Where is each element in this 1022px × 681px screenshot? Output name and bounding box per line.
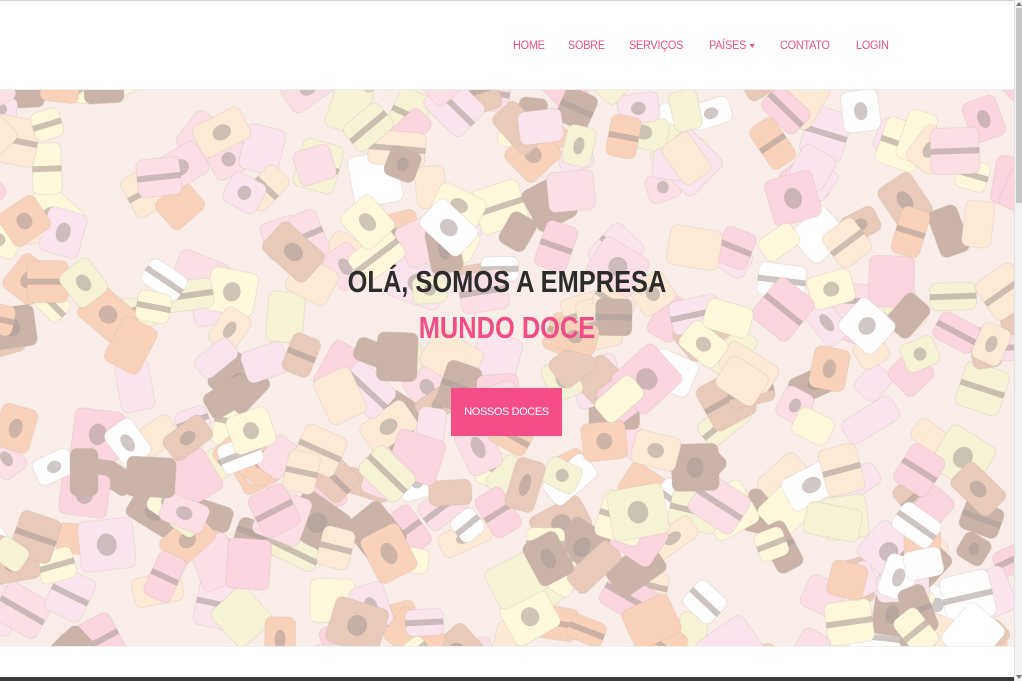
nav-paises-dropdown[interactable]: PAÍSES xyxy=(709,38,756,52)
nav-menu: HOME SOBRE SERVIÇOS PAÍSES CONTATO LOGIN xyxy=(493,38,892,52)
scroll-thumb[interactable] xyxy=(1016,8,1022,203)
scroll-down-icon[interactable] xyxy=(1015,673,1022,681)
scroll-up-icon[interactable] xyxy=(1015,0,1022,8)
nav-servicos[interactable]: SERVIÇOS xyxy=(629,38,683,52)
hero-title-brand: MUNDO DOCE xyxy=(418,309,596,345)
hero-section: OLÁ, SOMOS A EMPRESA MUNDO DOCE NOSSOS D… xyxy=(0,90,1014,646)
nav-login[interactable]: LOGIN xyxy=(856,38,889,52)
hero-overlay xyxy=(0,90,1014,646)
nav-home[interactable]: HOME xyxy=(513,38,545,52)
hero-title: OLÁ, SOMOS A EMPRESA MUNDO DOCE xyxy=(91,259,922,351)
hero-title-line1: OLÁ, SOMOS A EMPRESA xyxy=(347,263,667,299)
navbar: HOME SOBRE SERVIÇOS PAÍSES CONTATO LOGIN xyxy=(0,4,1014,90)
nossos-doces-button[interactable]: NOSSOS DOCES xyxy=(451,388,562,436)
caret-down-icon xyxy=(749,43,756,48)
browser-viewport: HOME SOBRE SERVIÇOS PAÍSES CONTATO LOGIN… xyxy=(0,0,1022,681)
nav-contato[interactable]: CONTATO xyxy=(780,38,830,52)
bottom-edge xyxy=(0,677,1014,681)
next-section xyxy=(0,646,1014,681)
page-scrollbar[interactable] xyxy=(1014,0,1022,681)
nav-sobre[interactable]: SOBRE xyxy=(568,38,605,52)
nav-paises-label: PAÍSES xyxy=(709,38,747,52)
